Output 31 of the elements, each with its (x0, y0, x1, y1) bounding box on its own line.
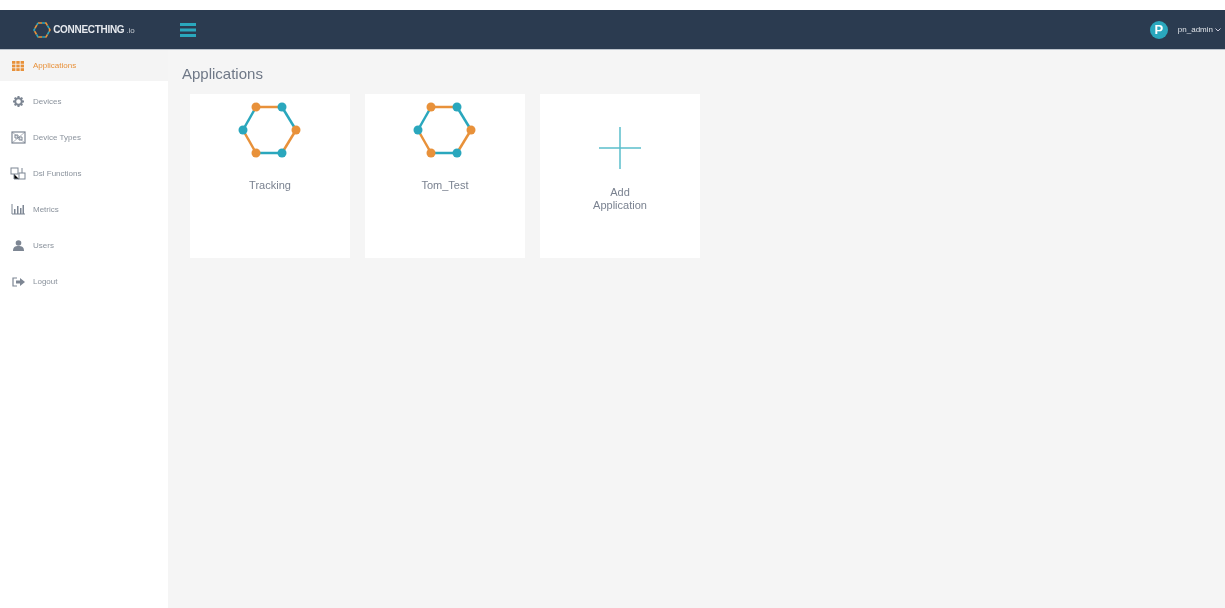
gear-icon (12, 96, 24, 107)
plus-icon (599, 127, 641, 169)
logo-suffix: .io (126, 26, 135, 35)
card-label: Add Application (592, 186, 648, 212)
card-label: Tom_Test (421, 179, 469, 192)
network-square-icon (10, 131, 26, 144)
sidebar-item[interactable]: Device Types (0, 122, 168, 153)
menu-icon[interactable] (180, 22, 196, 37)
sidebar-item[interactable]: Users (0, 230, 168, 261)
hexagon-network-icon (413, 101, 477, 159)
application-card[interactable]: Tom_Test (365, 94, 525, 258)
hexagon-logo-icon (33, 21, 52, 38)
user-menu[interactable]: pn_admin (1177, 25, 1221, 34)
card-label: Tracking (249, 179, 291, 192)
sidebar-item[interactable]: Applications (0, 50, 168, 81)
hexagon-network-icon (238, 101, 302, 159)
caret-icon (1215, 27, 1221, 32)
page-title: Applications (182, 65, 264, 82)
sidebar-item[interactable]: Metrics (0, 194, 168, 225)
logo-text: CONNECTHING (53, 24, 125, 35)
sidebar-item[interactable]: Devices (0, 86, 168, 117)
grid-icon (12, 60, 24, 71)
sidebar-item[interactable]: Logout (0, 266, 168, 297)
user-icon (12, 240, 24, 251)
sidebar-item[interactable]: Dsl Functions (0, 158, 168, 189)
application-card[interactable]: Tracking (190, 94, 350, 258)
add-application-card[interactable]: Add Application (540, 94, 700, 258)
function-diagram-icon (10, 167, 26, 180)
user-avatar[interactable]: P (1149, 20, 1168, 39)
bar-chart-icon (11, 204, 25, 215)
logout-icon (11, 276, 25, 287)
